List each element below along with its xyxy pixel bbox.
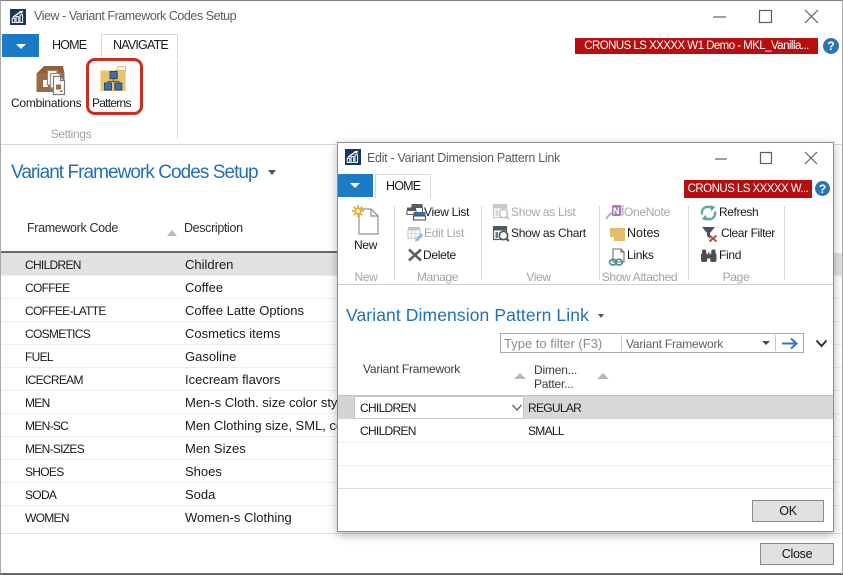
svg-text:N: N [613, 206, 620, 216]
